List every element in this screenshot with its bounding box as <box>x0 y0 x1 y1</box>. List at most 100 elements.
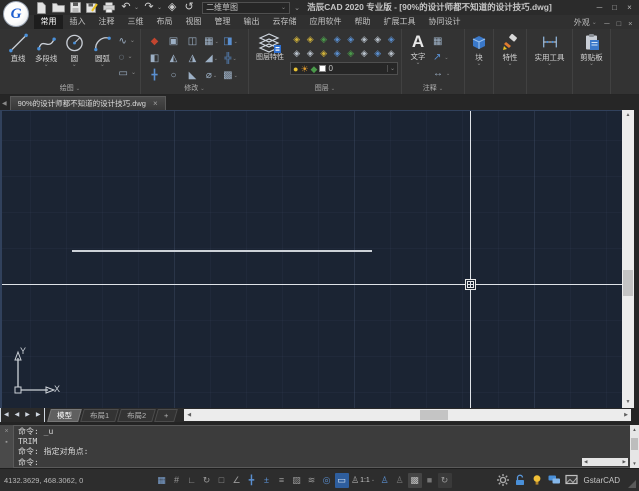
appearance-menu[interactable]: 外观 <box>574 17 590 28</box>
snap-toggle[interactable]: # <box>170 473 184 488</box>
mirror-tool[interactable]: ◫⌄ <box>183 33 202 50</box>
layer-thaw-tool[interactable]: ◈ <box>371 32 385 46</box>
ribbon-tab[interactable]: 应用软件 <box>303 15 348 29</box>
save-icon[interactable] <box>68 1 82 14</box>
layer-panel-label[interactable]: 图层 ⌄ <box>249 84 401 94</box>
ribbon-tab[interactable]: 帮助 <box>348 15 377 29</box>
array-tool[interactable]: ▦⌄ <box>202 33 221 50</box>
model-space-toggle[interactable]: ▭ <box>335 473 349 488</box>
align-tool[interactable]: ╬⌄ <box>221 50 240 67</box>
rectangle-tool[interactable]: ▭⌄ <box>119 67 136 80</box>
layer-current-tool[interactable]: ◈ <box>317 46 331 60</box>
layer-previous-tool[interactable]: ◈ <box>304 46 318 60</box>
layer-states-tool[interactable]: ◈ <box>385 46 399 60</box>
doc-close-button[interactable]: × <box>625 19 636 28</box>
grid-display-toggle[interactable]: ▦ <box>155 473 169 488</box>
chevron-down-icon[interactable]: ⌄ <box>72 63 77 68</box>
unlock-icon[interactable] <box>514 474 527 487</box>
display-settings-icon[interactable] <box>565 474 578 487</box>
regen-icon[interactable]: ↺ <box>182 1 196 14</box>
osnap-toggle[interactable]: □ <box>215 473 229 488</box>
chevron-down-icon[interactable]: ⌄ <box>371 477 375 483</box>
auto-annotation-toggle[interactable]: ♙ <box>393 473 407 488</box>
ribbon-tab[interactable]: 插入 <box>63 15 92 29</box>
layer-dropdown[interactable]: ● ☀ ◆ 0 ⌄ <box>290 62 398 75</box>
properties-panel-button[interactable]: 特性 ⌄ <box>494 29 527 94</box>
save-as-icon[interactable] <box>85 1 99 14</box>
3d-orbit-icon[interactable]: ◈ <box>165 1 179 14</box>
ribbon-tab[interactable]: 云存储 <box>266 15 303 29</box>
erase-tool[interactable]: ◆⌄ <box>145 33 164 50</box>
layer-on-all-tool[interactable]: ◈ <box>344 32 358 46</box>
spline-tool[interactable]: ∿⌄ <box>119 35 136 48</box>
doc-restore-button[interactable]: □ <box>613 19 625 28</box>
chevron-down-icon[interactable]: ⌄ <box>444 55 448 61</box>
leader-tool[interactable]: ↗⌄ <box>433 51 450 64</box>
osnap-3d-toggle[interactable]: ╋ <box>245 473 259 488</box>
chevron-down-icon[interactable]: ⌄ <box>547 62 552 67</box>
ribbon-tab[interactable]: 协同设计 <box>422 15 467 29</box>
clean-screen-toggle[interactable]: ↻ <box>438 473 452 488</box>
layer-merge-tool[interactable]: ◈ <box>344 46 358 60</box>
tab-scroll-left-icon[interactable]: ◀ <box>2 100 7 107</box>
ribbon-tab[interactable]: 注释 <box>92 15 121 29</box>
chevron-down-icon[interactable]: ⌄ <box>507 62 512 67</box>
explode-tool[interactable]: ▩⌄ <box>221 67 240 84</box>
block-panel-button[interactable]: 块 ⌄ <box>465 29 494 94</box>
chevron-down-icon[interactable]: ⌄ <box>415 61 420 66</box>
chevron-down-icon[interactable]: ⌄ <box>130 39 135 44</box>
utilities-panel-button[interactable]: 实用工具 ⌄ <box>527 29 573 94</box>
layout-tab[interactable]: 模型 <box>47 409 82 422</box>
scroll-up-icon[interactable]: ▲ <box>632 425 636 434</box>
layout-tab[interactable]: + <box>154 409 178 422</box>
text-tool[interactable]: A 文字 ⌄ <box>407 32 429 84</box>
chevron-down-icon[interactable]: ⌄ <box>100 63 105 68</box>
polyline-tool[interactable]: 多段线 ⌄ <box>34 32 58 84</box>
selection-cycling-toggle[interactable]: ≋ <box>305 473 319 488</box>
next-layout-icon[interactable]: ▶ <box>22 408 33 422</box>
ribbon-tab[interactable]: 视图 <box>179 15 208 29</box>
annotate-panel-label[interactable]: 注释 ⌄ <box>402 84 464 94</box>
polar-tracking-toggle[interactable]: ↻ <box>200 473 214 488</box>
trim-tool[interactable]: ◢⌄ <box>202 50 221 67</box>
break-tool[interactable]: ⌀⌄ <box>202 67 221 84</box>
layer-lock-tool[interactable]: ◈ <box>331 32 345 46</box>
scroll-down-icon[interactable]: ▼ <box>626 397 631 408</box>
undo-icon[interactable]: ↶ <box>119 1 133 14</box>
chevron-down-icon[interactable]: ⌄ <box>446 71 450 77</box>
layer-color-swatch[interactable] <box>319 65 326 72</box>
command-vertical-scrollbar[interactable]: ▲ ▼ <box>630 425 639 468</box>
line-tool[interactable]: 直线 <box>6 32 30 84</box>
print-icon[interactable] <box>102 1 116 14</box>
modify-panel-label[interactable]: 修改 ⌄ <box>141 84 248 94</box>
layer-freeze-sun-icon[interactable]: ☀ <box>300 64 308 74</box>
table-tool[interactable]: ▦⌄ <box>433 35 450 48</box>
horizontal-scrollbar[interactable]: ◀ ▶ <box>184 409 631 421</box>
last-layout-icon[interactable]: ▶ <box>33 408 45 422</box>
lineweight-toggle[interactable]: ≡ <box>275 473 289 488</box>
ortho-toggle[interactable]: ∟ <box>185 473 199 488</box>
chevron-down-icon[interactable]: ⌄ <box>213 73 217 79</box>
chevron-down-icon[interactable]: ⌄ <box>476 62 481 67</box>
copy-tool[interactable]: ▣⌄ <box>164 33 183 50</box>
first-layout-icon[interactable]: ◀ <box>0 408 12 422</box>
feedback-chat-icon[interactable] <box>548 474 561 487</box>
layer-isolate-tool[interactable]: ◈ <box>304 32 318 46</box>
rotate-tool[interactable]: ◮⌄ <box>183 50 202 67</box>
chamfer-tool[interactable]: ◣⌄ <box>183 67 202 84</box>
close-icon[interactable]: × <box>153 99 158 108</box>
isolate-objects-toggle[interactable]: ▩ <box>408 473 422 488</box>
redo-dropdown-caret-icon[interactable]: ⌄ <box>157 4 162 11</box>
fillet-tool[interactable]: ○⌄ <box>164 67 183 84</box>
doc-minimize-button[interactable]: ─ <box>601 19 613 28</box>
layer-unlock-tool[interactable]: ◈ <box>385 32 399 46</box>
chevron-down-icon[interactable]: ⌄ <box>215 39 219 45</box>
dynamic-input-toggle[interactable]: ± <box>260 473 274 488</box>
draw-panel-label[interactable]: 绘图 ⌄ <box>0 84 140 94</box>
scale-tool[interactable]: ◭⌄ <box>164 50 183 67</box>
offset-tool[interactable]: ◨⌄ <box>221 33 240 50</box>
settings-gear-icon[interactable] <box>497 474 510 487</box>
command-scrollbar-thumb[interactable] <box>631 438 638 450</box>
layout-tab[interactable]: 布局1 <box>80 409 119 422</box>
circle-tool[interactable]: 圆 ⌄ <box>62 32 86 84</box>
